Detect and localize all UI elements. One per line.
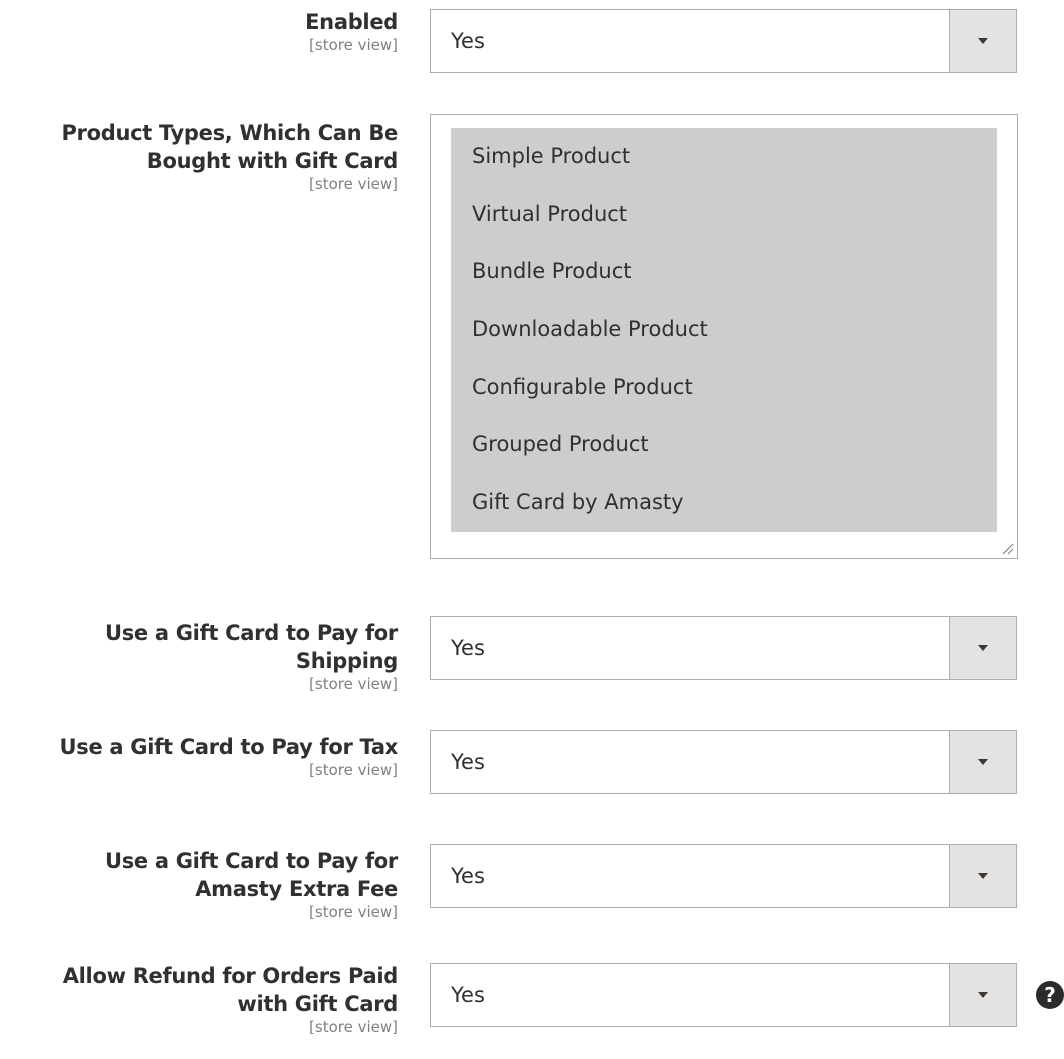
product-types-title-line2: Bought with Gift Card bbox=[146, 149, 399, 173]
product-types-multiselect[interactable]: Simple Product Virtual Product Bundle Pr… bbox=[430, 114, 1018, 559]
option-downloadable-product[interactable]: Downloadable Product bbox=[451, 301, 997, 359]
question-circle-icon[interactable]: ? bbox=[1036, 981, 1064, 1009]
allow-refund-label: Allow Refund for Orders Paid with Gift C… bbox=[0, 962, 399, 1036]
enabled-select[interactable]: Yes bbox=[430, 9, 1017, 73]
product-types-options: Simple Product Virtual Product Bundle Pr… bbox=[451, 128, 997, 532]
product-types-title-line1: Product Types, Which Can Be bbox=[61, 121, 398, 145]
pay-shipping-select-value: Yes bbox=[451, 636, 485, 660]
pay-shipping-label: Use a Gift Card to Pay for Shipping [sto… bbox=[0, 619, 398, 693]
pay-tax-select[interactable]: Yes bbox=[430, 730, 1017, 794]
pay-shipping-title-line2: Shipping bbox=[295, 649, 398, 673]
pay-shipping-dropdown-toggle[interactable] bbox=[949, 617, 1016, 679]
allow-refund-scope: [store view] bbox=[309, 1018, 398, 1036]
allow-refund-select-value: Yes bbox=[451, 983, 485, 1007]
caret-down-icon bbox=[978, 38, 988, 44]
enabled-select-value: Yes bbox=[451, 29, 485, 53]
caret-down-icon bbox=[978, 759, 988, 765]
enabled-scope: [store view] bbox=[309, 36, 398, 54]
pay-tax-select-value: Yes bbox=[451, 750, 485, 774]
allow-refund-dropdown-toggle[interactable] bbox=[949, 964, 1016, 1026]
option-virtual-product[interactable]: Virtual Product bbox=[451, 186, 997, 244]
option-gift-card-by-amasty[interactable]: Gift Card by Amasty bbox=[451, 474, 997, 532]
caret-down-icon bbox=[978, 873, 988, 879]
option-configurable-product[interactable]: Configurable Product bbox=[451, 359, 997, 417]
pay-extra-fee-title-line2: Amasty Extra Fee bbox=[195, 877, 398, 901]
pay-extra-fee-select[interactable]: Yes bbox=[430, 844, 1017, 908]
pay-tax-scope: [store view] bbox=[309, 761, 398, 779]
allow-refund-title-line2: with Gift Card bbox=[237, 992, 398, 1016]
pay-tax-label: Use a Gift Card to Pay for Tax [store vi… bbox=[0, 733, 399, 779]
pay-extra-fee-dropdown-toggle[interactable] bbox=[949, 845, 1016, 907]
pay-tax-dropdown-toggle[interactable] bbox=[949, 731, 1016, 793]
pay-extra-fee-select-value: Yes bbox=[451, 864, 485, 888]
product-types-label: Product Types, Which Can Be Bought with … bbox=[0, 119, 398, 193]
pay-shipping-scope: [store view] bbox=[309, 675, 398, 693]
option-simple-product[interactable]: Simple Product bbox=[451, 128, 997, 186]
pay-extra-fee-title-line1: Use a Gift Card to Pay for bbox=[104, 849, 398, 873]
option-bundle-product[interactable]: Bundle Product bbox=[451, 243, 997, 301]
product-types-scope: [store view] bbox=[309, 175, 398, 193]
pay-extra-fee-label: Use a Gift Card to Pay for Amasty Extra … bbox=[0, 847, 398, 921]
pay-tax-title: Use a Gift Card to Pay for Tax bbox=[59, 735, 399, 759]
allow-refund-title-line1: Allow Refund for Orders Paid bbox=[62, 964, 399, 988]
pay-shipping-title-line1: Use a Gift Card to Pay for bbox=[104, 621, 398, 645]
pay-shipping-select[interactable]: Yes bbox=[430, 616, 1017, 680]
enabled-dropdown-toggle[interactable] bbox=[949, 10, 1016, 72]
pay-extra-fee-scope: [store view] bbox=[309, 903, 398, 921]
allow-refund-select[interactable]: Yes bbox=[430, 963, 1017, 1027]
caret-down-icon bbox=[978, 645, 988, 651]
option-grouped-product[interactable]: Grouped Product bbox=[451, 416, 997, 474]
resize-handle-icon[interactable] bbox=[1000, 541, 1014, 555]
enabled-title: Enabled bbox=[305, 10, 398, 34]
caret-down-icon bbox=[978, 992, 988, 998]
enabled-label: Enabled [store view] bbox=[0, 8, 398, 54]
